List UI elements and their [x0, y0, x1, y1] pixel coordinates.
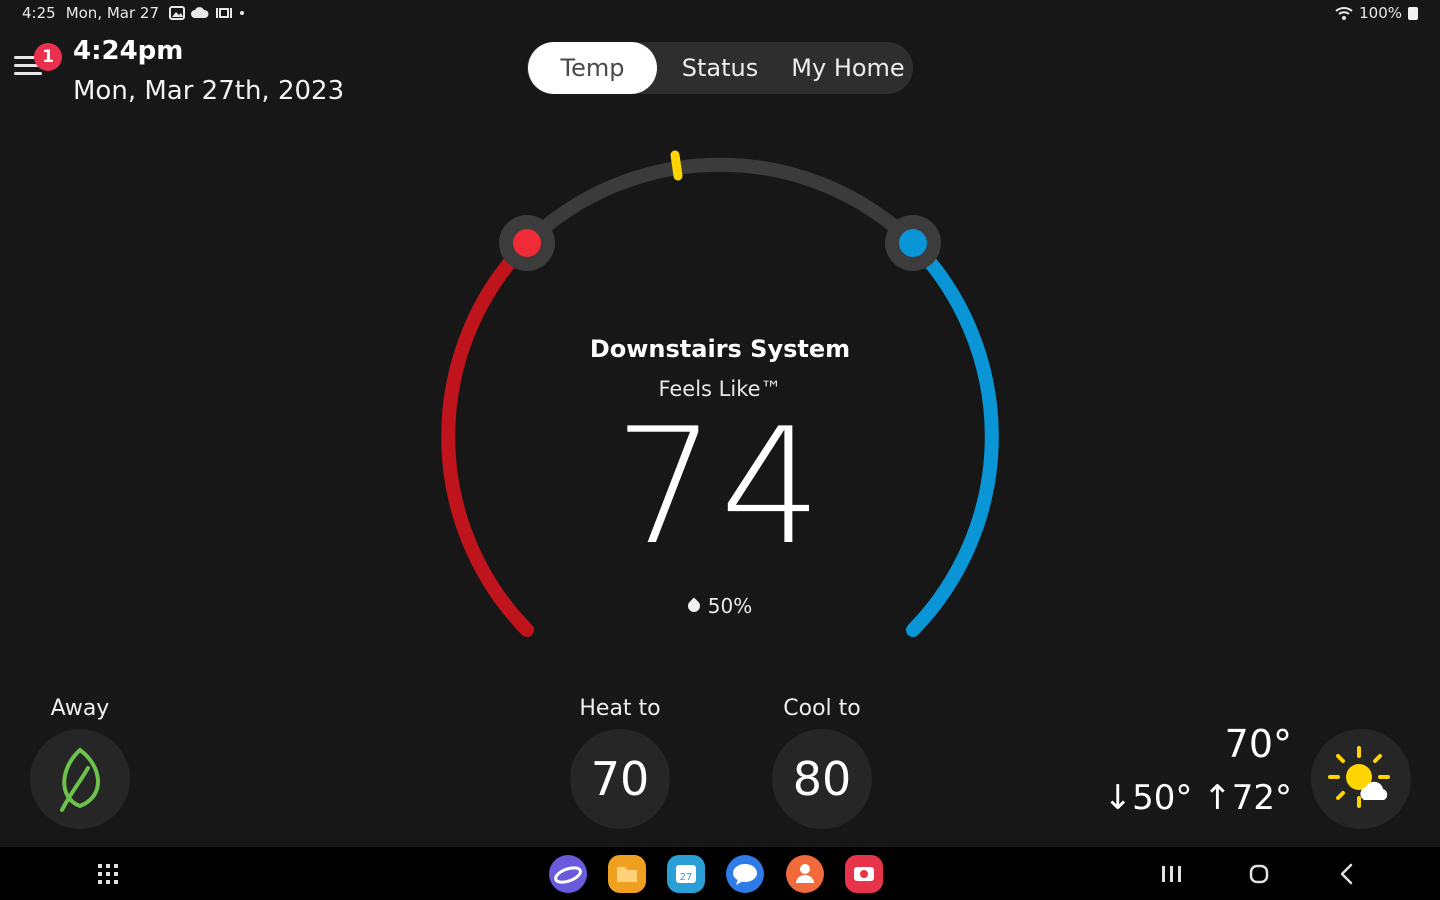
current-temp-indicator	[670, 150, 683, 181]
partly-sunny-icon	[1328, 746, 1390, 808]
cool-setpoint-button[interactable]: 80	[772, 729, 872, 829]
heat-setpoint-value: 70	[590, 752, 650, 806]
back-button-icon[interactable]	[1336, 862, 1358, 886]
outdoor-range[interactable]: ↓50° ↑72°	[1104, 778, 1292, 818]
system-navigation-bar	[0, 847, 1440, 900]
files-app-icon[interactable]	[608, 855, 646, 893]
outdoor-temperature[interactable]: 70°	[1225, 722, 1292, 766]
cool-range-arc	[906, 236, 999, 637]
app-drawer-icon[interactable]	[97, 863, 119, 885]
heat-setpoint-handle[interactable]	[499, 215, 555, 271]
away-button[interactable]	[30, 729, 130, 829]
dial-track-arc	[520, 157, 920, 250]
contacts-app-icon[interactable]	[786, 855, 824, 893]
internet-app-icon[interactable]	[549, 855, 587, 893]
messages-app-icon[interactable]	[726, 855, 764, 893]
weather-button[interactable]	[1311, 729, 1411, 829]
heat-range-arc	[441, 236, 534, 637]
recent-apps-icon[interactable]	[1160, 864, 1184, 884]
leaf-icon	[60, 747, 100, 812]
cool-to-label: Cool to	[783, 696, 861, 721]
outdoor-low: ↓50°	[1103, 778, 1193, 818]
humidity-value: 50%	[707, 594, 753, 618]
cool-setpoint-value: 80	[792, 752, 852, 806]
system-name: Downstairs System	[589, 335, 851, 363]
cool-setpoint-handle[interactable]	[885, 215, 941, 271]
heat-setpoint-button[interactable]: 70	[570, 729, 670, 829]
humidity-drop-icon	[685, 597, 703, 615]
outdoor-high: ↑72°	[1203, 778, 1292, 818]
screen-recorder-app-icon[interactable]	[845, 855, 883, 893]
heat-to-label: Heat to	[579, 696, 661, 721]
calendar-day: 27	[680, 872, 693, 883]
humidity-readout: 50%	[620, 594, 820, 618]
current-temperature: 74	[614, 393, 826, 580]
away-label: Away	[50, 696, 110, 721]
calendar-app-icon[interactable]: 27	[667, 855, 705, 893]
thermostat-screen: 4:25 Mon, Mar 27 100% 1 4:24pm Mon, Mar …	[0, 0, 1440, 900]
home-button-icon[interactable]	[1248, 863, 1270, 885]
